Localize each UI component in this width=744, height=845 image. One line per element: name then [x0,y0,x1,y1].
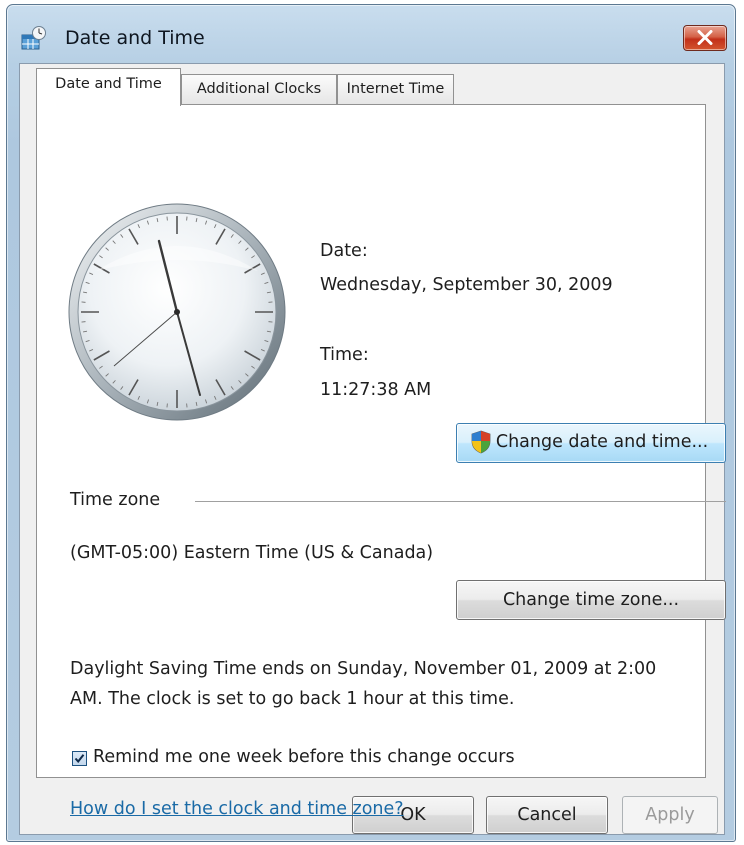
date-label: Date: [320,241,368,261]
time-zone-heading: Time zone [70,490,161,510]
tab-additional-clocks[interactable]: Additional Clocks [181,74,337,104]
time-zone-value: (GMT-05:00) Eastern Time (US & Canada) [70,543,434,563]
analog-clock [68,203,286,421]
cancel-button[interactable]: Cancel [486,796,608,834]
checkmark-icon [74,754,85,764]
uac-shield-icon [471,430,491,454]
apply-button[interactable]: Apply [622,796,718,834]
remind-checkbox[interactable] [72,751,87,766]
remind-label[interactable]: Remind me one week before this change oc… [93,747,515,767]
time-zone-separator [195,501,726,502]
date-and-time-window: Date and Time Date and Time Additional C… [6,4,736,842]
time-label: Time: [320,345,369,365]
help-link[interactable]: How do I set the clock and time zone? [70,799,404,819]
date-time-icon [21,25,47,51]
time-value: 11:27:38 AM [320,380,432,400]
tab-internet-time[interactable]: Internet Time [337,74,454,104]
dst-info-line1: Daylight Saving Time ends on Sunday, Nov… [70,659,657,679]
change-date-and-time-label: Change date and time... [495,432,709,452]
change-date-and-time-button[interactable]: Change date and time... [456,423,726,463]
window-title: Date and Time [65,27,205,49]
dst-info-line2: AM. The clock is set to go back 1 hour a… [70,689,515,709]
tab-panel-date-and-time: Date: Wednesday, September 30, 2009 Time… [36,104,726,819]
close-button[interactable] [683,25,727,51]
dialog-client-area: Date and Time Additional Clocks Internet… [19,63,726,835]
close-x-icon [697,30,713,45]
date-value: Wednesday, September 30, 2009 [320,275,613,295]
title-bar[interactable]: Date and Time [7,5,735,63]
change-time-zone-button[interactable]: Change time zone... [456,580,726,620]
tab-date-and-time[interactable]: Date and Time [36,68,181,106]
